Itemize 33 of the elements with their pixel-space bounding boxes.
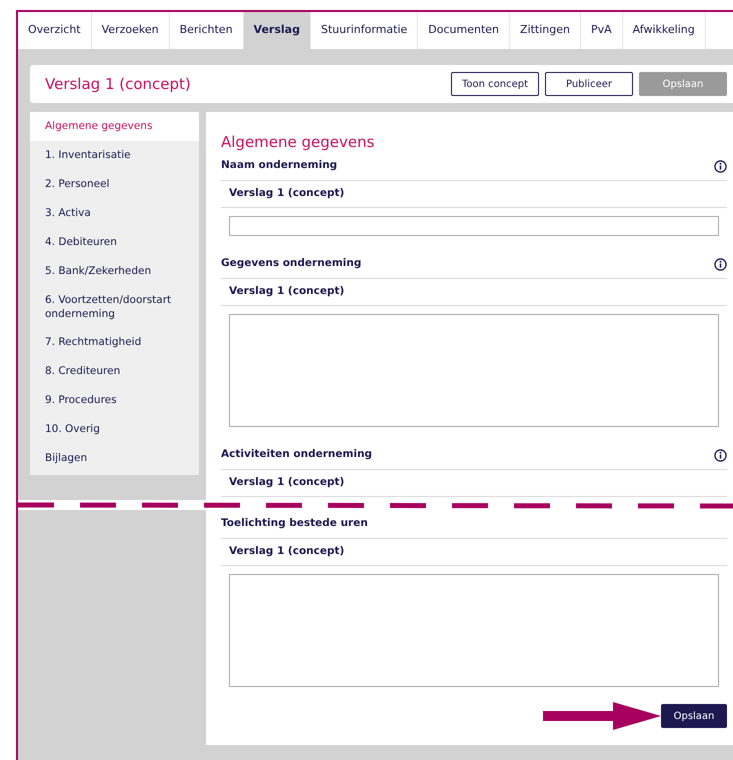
info-icon[interactable] <box>714 258 727 270</box>
sidebar-item[interactable]: 9. Procedures <box>30 386 199 415</box>
sidebar-item[interactable]: 4. Debiteuren <box>30 228 199 257</box>
section-heading: Algemene gegevens <box>221 132 376 152</box>
page-title: Verslag 1 (concept) <box>45 74 192 95</box>
sidebar-item[interactable]: 1. Inventarisatie <box>30 141 199 170</box>
info-icon[interactable] <box>714 448 727 462</box>
tab[interactable]: Verzoeken <box>92 12 170 49</box>
sidebar-item[interactable]: Algemene gegevens <box>30 112 199 141</box>
header-button[interactable]: Publiceer <box>545 72 633 96</box>
version-label: Verslag 1 (concept) <box>229 284 344 300</box>
version-label: Verslag 1 (concept) <box>229 186 344 202</box>
sidebar-item[interactable]: 3. Activa <box>30 199 199 228</box>
header-button[interactable]: Toon concept <box>451 72 539 96</box>
sidebar-item[interactable]: 7. Rechtmatigheid <box>30 328 199 357</box>
sidebar-item[interactable]: 8. Crediteuren <box>30 357 199 386</box>
tab[interactable]: Verslag <box>244 12 311 49</box>
version-label: Verslag 1 (concept) <box>229 544 344 560</box>
sidebar-item[interactable]: 6. Voortzetten/doorstart onderneming <box>30 286 199 328</box>
sidebar-item[interactable]: Bijlagen <box>30 444 199 473</box>
section-title: Toelichting bestede uren <box>221 516 368 532</box>
sidebar-item[interactable]: 2. Personeel <box>30 170 199 199</box>
tab[interactable]: Afwikkeling <box>622 12 706 49</box>
info-icon[interactable] <box>714 160 727 172</box>
save-button[interactable]: Opslaan <box>661 704 727 728</box>
version-label: Verslag 1 (concept) <box>229 475 344 490</box>
section-title: Naam onderneming <box>221 158 338 174</box>
sidebar-item[interactable]: 10. Overig <box>30 415 199 444</box>
text-field[interactable] <box>229 216 719 236</box>
tab[interactable]: Berichten <box>170 12 244 49</box>
section-title: Gegevens onderneming <box>221 256 362 272</box>
sidebar-item[interactable]: 5. Bank/Zekerheden <box>30 257 199 286</box>
section-title: Activiteiten onderneming <box>221 447 372 462</box>
